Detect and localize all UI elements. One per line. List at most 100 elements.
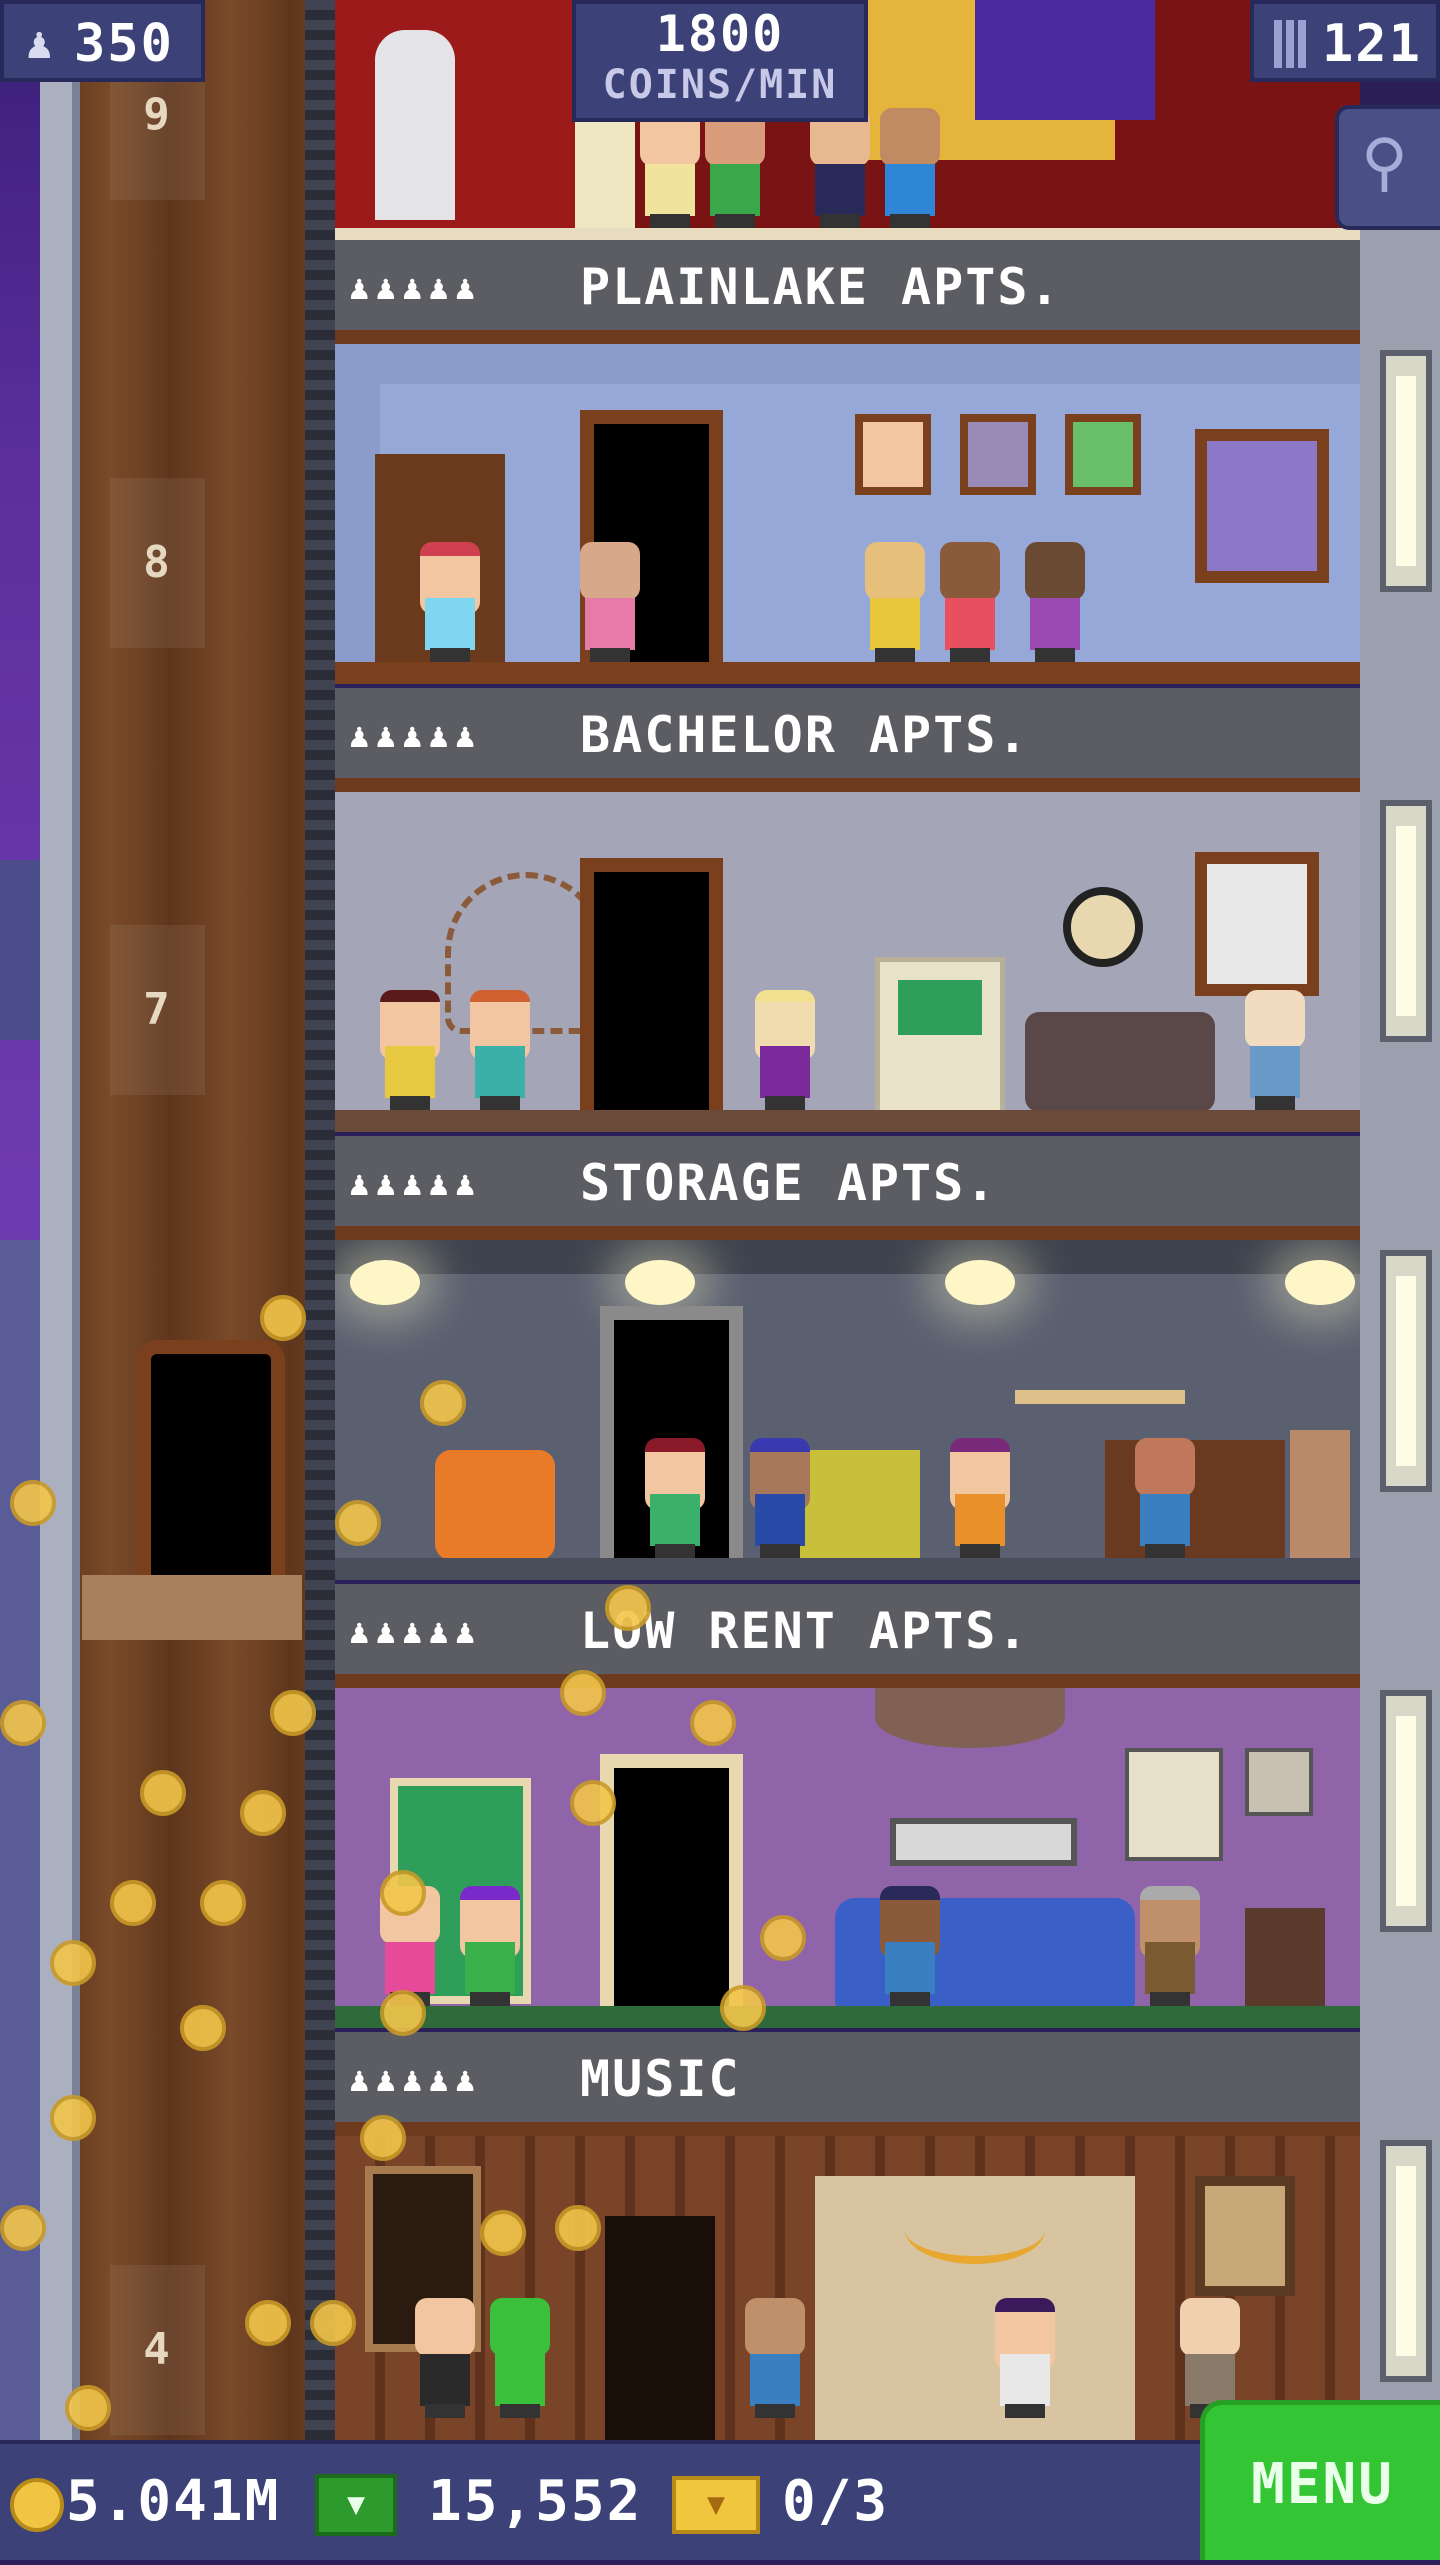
bitizen[interactable]: [1020, 542, 1090, 662]
coin-particle: [180, 2005, 226, 2051]
floor-population-icons: ♟♟♟♟♟: [349, 268, 482, 308]
side-window: [1380, 1250, 1432, 1492]
bitizen[interactable]: [935, 542, 1005, 662]
population-counter[interactable]: ♟ 350: [0, 0, 205, 82]
bitizen[interactable]: [740, 2298, 810, 2418]
coin-rate-unit: COINS/MIN: [602, 62, 838, 108]
bitizen[interactable]: [945, 1438, 1015, 1558]
statue: [375, 30, 455, 220]
coin-particle: [360, 2115, 406, 2161]
coin-particle: [50, 1940, 96, 1986]
bitizen[interactable]: [1135, 1886, 1205, 2006]
coin-particle: [110, 1880, 156, 1926]
bitizen[interactable]: [745, 1438, 815, 1558]
bitizen[interactable]: [875, 1886, 945, 2006]
floor-storage[interactable]: [335, 1240, 1360, 1580]
bitizen[interactable]: [750, 990, 820, 1110]
coin-particle: [570, 1780, 616, 1826]
coin-particle: [0, 2205, 46, 2251]
coin-particle: [65, 2385, 111, 2431]
bitizen[interactable]: [700, 108, 770, 228]
ceiling-lamp: [1285, 1260, 1355, 1305]
coin-particle: [260, 1295, 306, 1341]
coin-particle: [200, 1880, 246, 1926]
elevator-base: [82, 1575, 302, 1640]
shaft-floor-number: 7: [110, 925, 205, 1095]
bitizen[interactable]: [410, 2298, 480, 2418]
coin-rate-panel[interactable]: 1800 COINS/MIN: [572, 0, 868, 122]
floor-name: PLAINLAKE APTS.: [580, 258, 1062, 316]
floor-label-bachelor[interactable]: ♟♟♟♟♟ BACHELOR APTS.: [335, 688, 1360, 792]
floor-plainlake[interactable]: [335, 344, 1360, 684]
coin-particle: [310, 2300, 356, 2346]
background-building: [0, 1240, 40, 2440]
bitizen[interactable]: [805, 108, 875, 228]
menu-button[interactable]: MENU: [1200, 2400, 1440, 2560]
floor-label-plainlake[interactable]: ♟♟♟♟♟ PLAINLAKE APTS.: [335, 240, 1360, 344]
bitizen[interactable]: [1130, 1438, 1200, 1558]
person-icon: ♟: [26, 18, 53, 69]
tickets-value[interactable]: 0/3: [782, 2469, 889, 2534]
floor-population-icons: ♟♟♟♟♟: [349, 1612, 482, 1652]
bitizen[interactable]: [455, 1886, 525, 2006]
floor-population-icons: ♟♟♟♟♟: [349, 716, 482, 756]
floor-label-low-rent[interactable]: ♟♟♟♟♟ LOW RENT APTS.: [335, 1584, 1360, 1688]
bitizen[interactable]: [875, 108, 945, 228]
elevator-car[interactable]: [82, 1330, 302, 1640]
arcade-cabinet: [875, 957, 1005, 1122]
coins-value[interactable]: 5.041M: [66, 2469, 280, 2534]
picture-frame: [855, 414, 931, 495]
side-window: [1380, 350, 1432, 592]
coin-particle: [240, 1790, 286, 1836]
city-background: [0, 0, 40, 2440]
stories-counter[interactable]: 121: [1250, 0, 1440, 82]
wall-vent: [890, 1818, 1077, 1866]
apartment-window: [1195, 852, 1319, 996]
bitizen[interactable]: [990, 2298, 1060, 2418]
picture-frame: [1065, 414, 1141, 495]
coin-icon: [10, 2478, 64, 2532]
dartboard: [1063, 887, 1143, 967]
tower-gutter: [40, 0, 80, 2440]
bitizen[interactable]: [415, 542, 485, 662]
bitizen[interactable]: [375, 990, 445, 1110]
ceiling-stain: [875, 1688, 1065, 1748]
shelf: [1015, 1390, 1185, 1404]
elevator-shaft[interactable]: [80, 0, 305, 2440]
coin-particle: [380, 1990, 426, 2036]
painting: [1195, 2176, 1295, 2296]
floor-bachelor[interactable]: [335, 792, 1360, 1132]
floor-name: STORAGE APTS.: [580, 1154, 998, 1212]
picture-frame: [960, 414, 1036, 495]
floor-music[interactable]: [335, 2136, 1360, 2440]
bitizen[interactable]: [465, 990, 535, 1110]
elevator-cable: [305, 0, 335, 2440]
old-tv: [1245, 1908, 1325, 2008]
bitizen[interactable]: [485, 2298, 555, 2418]
search-button[interactable]: ⚲: [1335, 105, 1440, 230]
bitizen[interactable]: [1240, 990, 1310, 1110]
shaft-floor-number: 4: [110, 2265, 205, 2435]
ceiling-lamp: [350, 1260, 420, 1305]
coin-particle: [760, 1915, 806, 1961]
bitizen[interactable]: [635, 108, 705, 228]
coin-particle: [0, 1700, 46, 1746]
coin-particle: [245, 2300, 291, 2346]
coin-particle: [270, 1690, 316, 1736]
coin-particle: [380, 1870, 426, 1916]
bitizen[interactable]: [575, 542, 645, 662]
apartment-window: [1195, 429, 1329, 583]
floor-label-music[interactable]: ♟♟♟♟♟ MUSIC: [335, 2032, 1360, 2136]
floor-label-storage[interactable]: ♟♟♟♟♟ STORAGE APTS.: [335, 1136, 1360, 1240]
bitizen[interactable]: [640, 1438, 710, 1558]
coin-particle: [560, 1670, 606, 1716]
tower-right-wall: [1360, 230, 1440, 2440]
bux-value[interactable]: 15,552: [428, 2469, 642, 2534]
side-window: [1380, 800, 1432, 1042]
bitizen[interactable]: [860, 542, 930, 662]
magnifier-icon: ⚲: [1361, 126, 1408, 200]
coin-particle: [605, 1585, 651, 1631]
stories-value: 121: [1322, 14, 1422, 74]
coin-particle: [140, 1770, 186, 1816]
floor-low-rent[interactable]: [335, 1688, 1360, 2028]
